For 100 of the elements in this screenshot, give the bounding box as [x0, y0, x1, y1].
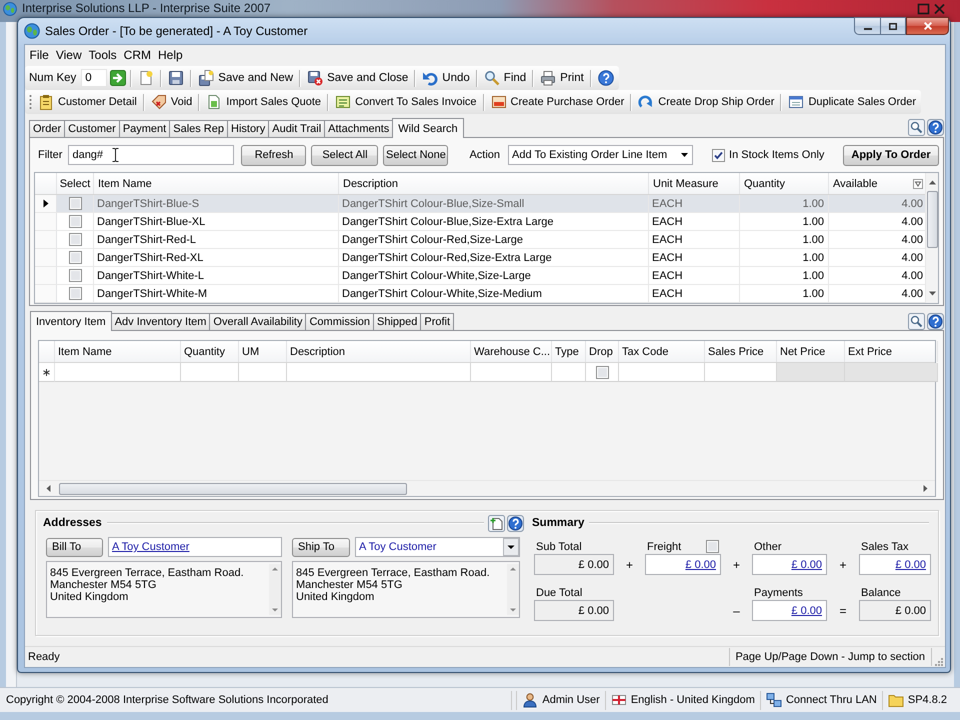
toolbar-button[interactable]: Create Purchase Order — [488, 91, 626, 113]
toolbar-button[interactable]: Convert To Sales Invoice — [333, 91, 479, 113]
amount-field[interactable]: £ 0.00 — [752, 600, 827, 621]
column-header[interactable]: Item Name — [94, 173, 339, 194]
input-cell[interactable] — [471, 363, 552, 382]
toolbar-button[interactable]: Duplicate Sales Order — [786, 91, 918, 113]
menu-item[interactable]: View — [52, 46, 86, 62]
amount-link[interactable]: £ 0.00 — [791, 604, 822, 616]
tab[interactable]: Shipped — [373, 313, 422, 330]
close-button[interactable] — [906, 17, 949, 35]
arrow-right-icon[interactable] — [110, 70, 126, 86]
column-header[interactable]: Tax Code — [619, 341, 705, 362]
tab[interactable]: History — [227, 120, 270, 137]
num-key-field[interactable]: 0 — [81, 69, 108, 87]
column-header[interactable]: Available — [829, 173, 925, 194]
column-header[interactable]: Item Name — [55, 341, 181, 362]
table-row[interactable]: DangerTShirt-Red-XL DangerTShirt Colour-Red,Size-Extra Large EACH 1.00 4.00 — [35, 249, 925, 267]
amount-field[interactable]: £ 0.00 — [859, 600, 931, 621]
amount-field[interactable]: £ 0.00 — [859, 554, 931, 575]
address-type-button[interactable]: Bill To — [46, 538, 103, 556]
tab[interactable]: Inventory Item — [30, 311, 112, 331]
amount-field[interactable]: £ 0.00 — [752, 554, 827, 575]
column-header[interactable]: Description — [287, 341, 471, 362]
grip-icon[interactable] — [29, 94, 32, 110]
column-header[interactable]: Sales Price — [705, 341, 777, 362]
column-header[interactable]: Unit Measure — [649, 173, 740, 194]
action-dropdown[interactable]: Add To Existing Order Line Item — [508, 145, 694, 165]
column-header[interactable]: Ext Price — [845, 341, 938, 362]
tab[interactable]: Overall Availability — [209, 313, 306, 330]
horizontal-scrollbar[interactable] — [39, 480, 935, 496]
customer-link[interactable]: A Toy Customer — [112, 541, 190, 553]
toolbar-button[interactable]: Undo — [420, 67, 472, 89]
column-header[interactable]: Quantity — [181, 341, 239, 362]
table-row[interactable]: DangerTShirt-Red-L DangerTShirt Colour-Red,Size-Large EACH 1.00 4.00 — [35, 231, 925, 249]
help-icon[interactable] — [507, 514, 524, 532]
customer-field[interactable]: A Toy Customer — [108, 537, 282, 557]
magnifier-icon[interactable] — [908, 119, 925, 136]
menu-item[interactable]: CRM — [120, 46, 154, 62]
vertical-scrollbar[interactable] — [507, 564, 519, 615]
tab[interactable]: Profit — [420, 313, 454, 330]
document-icon[interactable] — [138, 70, 154, 86]
menu-item[interactable]: Help — [154, 46, 186, 62]
amount-link[interactable]: £ 0.00 — [685, 558, 716, 570]
checkbox-label[interactable]: In Stock Items Only — [729, 149, 824, 161]
address-field[interactable]: 845 Evergreen Terrace, Eastham Road. Manchester M54 5TG United Kingdom — [292, 561, 520, 618]
toolbar-button[interactable]: Save and Close — [305, 67, 410, 89]
input-cell[interactable] — [181, 363, 239, 382]
filter-field[interactable]: dang# — [68, 145, 234, 165]
toolbar-button[interactable]: Void — [148, 91, 194, 113]
magnifier-icon[interactable] — [908, 312, 925, 330]
tab[interactable]: Payment — [118, 120, 170, 137]
save-icon[interactable] — [168, 70, 184, 86]
input-cell[interactable] — [287, 363, 471, 382]
checkbox[interactable] — [68, 269, 82, 282]
help-icon[interactable] — [598, 70, 614, 86]
tab[interactable]: Audit Trail — [268, 120, 326, 137]
tab[interactable]: Sales Rep — [169, 120, 228, 137]
checkbox[interactable] — [68, 287, 82, 300]
amount-field[interactable]: £ 0.00 — [534, 600, 614, 621]
column-header[interactable]: Drop — [586, 341, 619, 362]
table-row[interactable]: DangerTShirt-Blue-XL DangerTShirt Colour-Blue,Size-Extra Large EACH 1.00 4.00 — [35, 213, 925, 231]
command-button[interactable]: Refresh — [241, 144, 306, 166]
checkbox[interactable] — [68, 233, 82, 246]
tab[interactable]: Customer — [64, 120, 120, 137]
address-field[interactable]: 845 Evergreen Terrace, Eastham Road. Manchester M54 5TG United Kingdom — [46, 561, 282, 618]
command-button[interactable]: Select None — [383, 144, 448, 166]
checkbox[interactable] — [596, 366, 608, 378]
input-cell[interactable] — [619, 363, 705, 382]
table-row[interactable]: DangerTShirt-Blue-S DangerTShirt Colour-Blue,Size-Small EACH 1.00 4.00 — [35, 195, 925, 213]
table-row[interactable]: DangerTShirt-White-L DangerTShirt Colour-White,Size-Large EACH 1.00 4.00 — [35, 267, 925, 285]
amount-field[interactable]: £ 0.00 — [534, 554, 614, 575]
toolbar-button[interactable]: Find — [482, 67, 528, 89]
column-header[interactable]: Net Price — [777, 341, 845, 362]
maximize-icon[interactable] — [917, 3, 930, 15]
scrollbar-thumb[interactable] — [926, 191, 938, 248]
amount-link[interactable]: £ 0.00 — [791, 558, 822, 570]
minimize-button[interactable] — [854, 17, 880, 35]
close-icon[interactable] — [933, 3, 946, 15]
tab[interactable]: Attachments — [324, 120, 394, 137]
toolbar-button[interactable]: Customer Detail — [36, 91, 139, 113]
checkbox[interactable] — [712, 148, 726, 162]
note-add-icon[interactable] — [488, 514, 505, 532]
scrollbar-thumb[interactable] — [59, 482, 407, 494]
checkbox[interactable] — [706, 540, 719, 553]
input-cell[interactable] — [239, 363, 287, 382]
tab[interactable]: Adv Inventory Item — [110, 313, 210, 330]
checkbox[interactable] — [68, 251, 82, 264]
vertical-scrollbar[interactable] — [269, 564, 281, 615]
toolbar-button[interactable]: Import Sales Quote — [204, 91, 324, 113]
column-header[interactable]: Quantity — [740, 173, 829, 194]
column-header[interactable]: Warehouse C... — [471, 341, 552, 362]
tab[interactable]: Commission — [305, 313, 374, 330]
input-cell[interactable] — [55, 363, 181, 382]
vertical-scrollbar[interactable] — [925, 173, 938, 303]
amount-link[interactable]: £ 0.00 — [895, 558, 926, 570]
checkbox[interactable] — [68, 197, 82, 210]
help-icon[interactable] — [927, 119, 944, 136]
menu-item[interactable]: Tools — [85, 46, 120, 62]
column-header[interactable]: Description — [339, 173, 649, 194]
toolbar-button[interactable]: Print — [538, 67, 586, 89]
